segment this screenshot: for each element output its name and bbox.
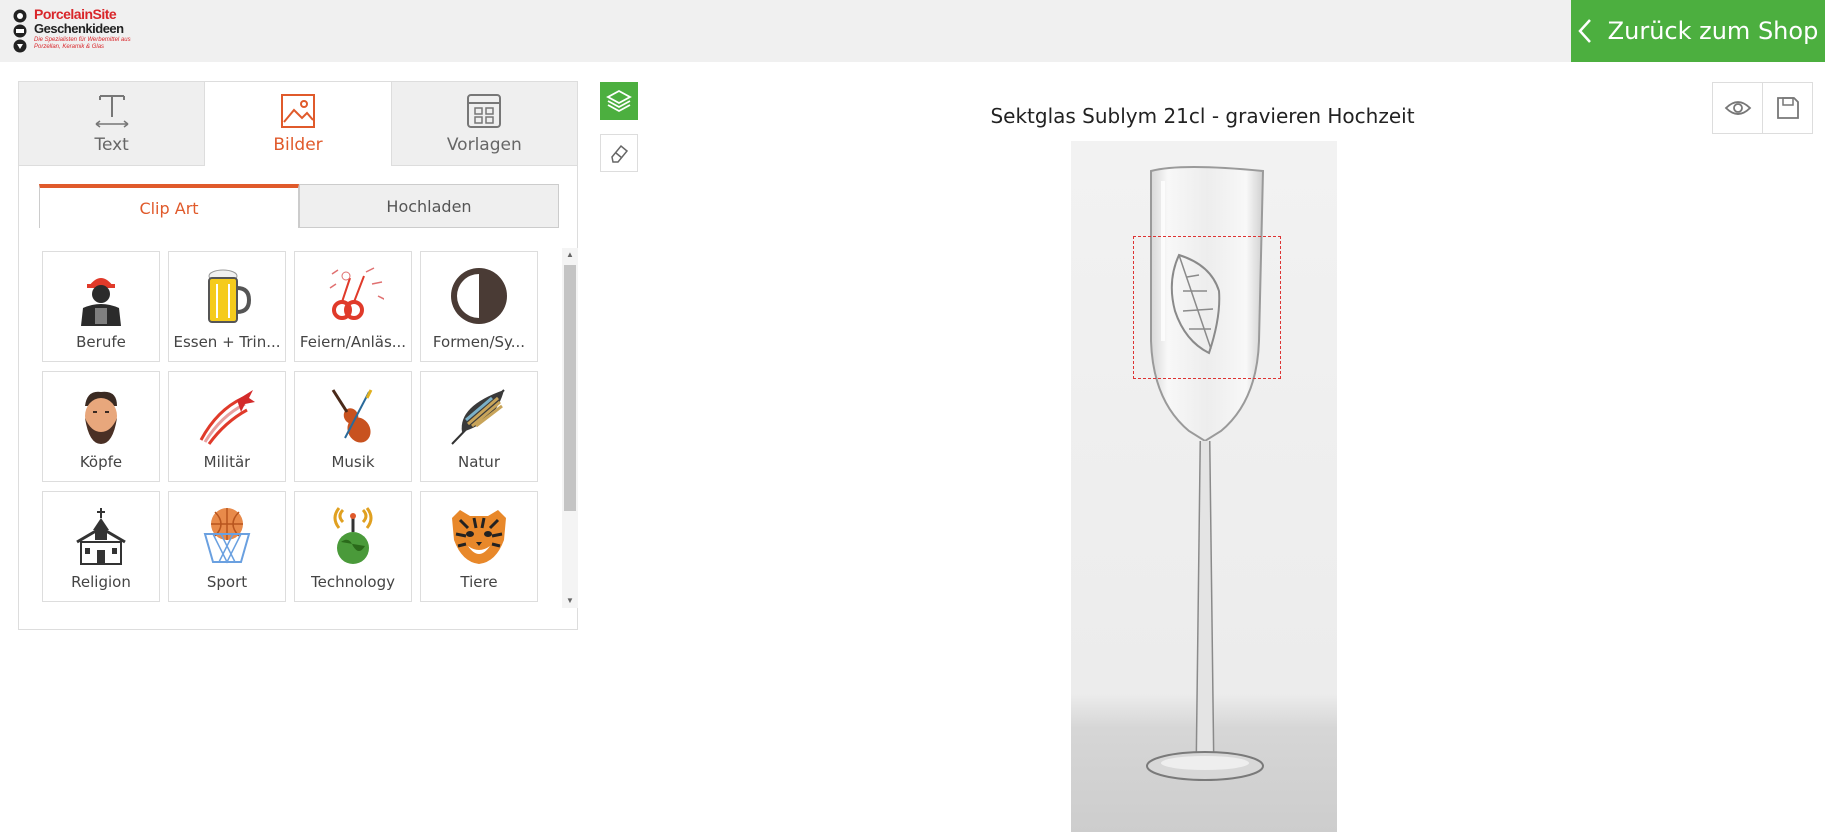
category-tiere[interactable]: Tiere [420, 491, 538, 602]
category-formen-symbole[interactable]: Formen/Sy... [420, 251, 538, 362]
tab-bilder[interactable]: Bilder [205, 82, 392, 166]
category-label: Sport [206, 573, 248, 591]
category-label: Tiere [460, 573, 498, 591]
category-label: Formen/Sy... [432, 333, 526, 351]
product-title: Sektglas Sublym 21cl - gravieren Hochzei… [990, 104, 1415, 128]
celebration-icon [329, 267, 384, 320]
chevron-left-icon [1577, 19, 1591, 43]
church-icon [76, 508, 126, 565]
text-icon [95, 94, 129, 128]
selection-box[interactable] [1133, 236, 1281, 379]
category-label: Musik [331, 453, 375, 471]
worker-icon [81, 278, 121, 326]
logo-line1: PorcelainSite [34, 6, 117, 22]
category-label: Berufe [76, 333, 126, 351]
category-militaer[interactable]: Militär [168, 371, 286, 482]
tiger-icon [452, 510, 506, 564]
category-label: Natur [458, 453, 500, 471]
tab-bilder-label: Bilder [273, 135, 323, 155]
category-musik[interactable]: Musik [294, 371, 412, 482]
image-icon [280, 94, 315, 128]
violin-icon [331, 389, 373, 443]
category-natur[interactable]: Natur [420, 371, 538, 482]
image-subtabs: Clip Art Hochladen [39, 184, 559, 228]
clipart-category-grid: Berufe Essen + Trin... Feiern/Anläs... F… [42, 251, 548, 613]
logo-mark-icon [13, 9, 27, 53]
category-technology[interactable]: Technology [294, 491, 412, 602]
head-icon [85, 391, 117, 444]
category-label: Feiern/Anläs... [299, 333, 407, 351]
eraser-icon [611, 144, 629, 163]
category-label: Köpfe [79, 453, 123, 471]
shape-icon [451, 268, 507, 324]
panel-tabs: Text Bilder Vorlagen [19, 82, 577, 166]
view-tools [1712, 82, 1813, 134]
scroll-up-icon[interactable]: ▲ [562, 248, 578, 262]
logo-tagline: Die Spezialisten für Werbemittel aus Por… [34, 37, 131, 50]
tab-vorlagen[interactable]: Vorlagen [391, 82, 577, 166]
template-icon [467, 93, 502, 128]
category-label: Essen + Trin... [173, 333, 281, 351]
category-berufe[interactable]: Berufe [42, 251, 160, 362]
beer-icon [208, 269, 252, 323]
category-religion[interactable]: Religion [42, 491, 160, 602]
jet-icon [199, 390, 255, 445]
category-essen-trinken[interactable]: Essen + Trin... [168, 251, 286, 362]
category-label: Militär [203, 453, 251, 471]
subtab-clip-art[interactable]: Clip Art [39, 184, 299, 228]
scroll-down-icon[interactable]: ▼ [562, 594, 578, 608]
back-to-shop-button[interactable]: Zurück zum Shop [1571, 0, 1825, 62]
back-to-shop-label: Zurück zum Shop [1607, 17, 1819, 45]
layers-button[interactable] [600, 82, 638, 120]
tab-text-label: Text [94, 134, 129, 155]
logo-line2: Geschenkideen [34, 21, 124, 36]
save-icon [1776, 97, 1799, 119]
feather-icon [451, 389, 505, 445]
category-sport[interactable]: Sport [168, 491, 286, 602]
category-feiern-anlaesse[interactable]: Feiern/Anläs... [294, 251, 412, 362]
design-panel: Text Bilder Vorlagen Clip Art Hochladen [18, 81, 578, 630]
category-koepfe[interactable]: Köpfe [42, 371, 160, 482]
eraser-button[interactable] [600, 134, 638, 172]
basketball-icon [203, 508, 251, 564]
category-label: Technology [310, 573, 396, 591]
eye-icon [1724, 101, 1751, 115]
category-scrollbar[interactable]: ▲ ▼ [562, 248, 578, 608]
logo[interactable]: PorcelainSite Geschenkideen Die Speziali… [12, 6, 136, 56]
layers-icon [606, 89, 632, 113]
save-button[interactable] [1763, 83, 1812, 133]
subtab-hochladen[interactable]: Hochladen [299, 184, 559, 228]
category-label: Religion [71, 573, 131, 591]
scrollbar-thumb[interactable] [564, 265, 576, 511]
preview-button[interactable] [1713, 83, 1763, 133]
tab-text[interactable]: Text [19, 82, 206, 166]
top-bar: PorcelainSite Geschenkideen Die Speziali… [0, 0, 1825, 62]
globe-antenna-icon [333, 507, 373, 564]
tab-vorlagen-label: Vorlagen [446, 134, 522, 155]
